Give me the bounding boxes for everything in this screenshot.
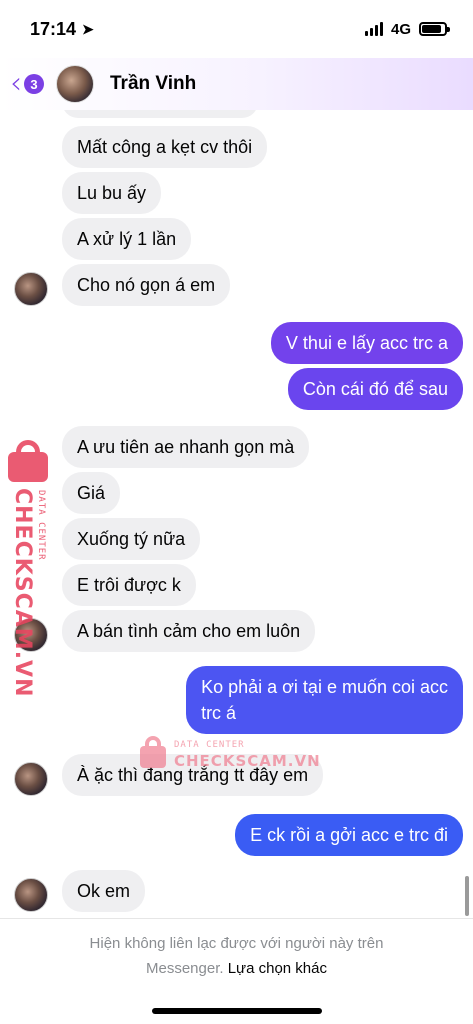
status-time: 17:14 — [30, 18, 77, 39]
status-right: 4G — [364, 20, 450, 38]
home-indicator[interactable] — [152, 1008, 322, 1014]
composer-unavailable-footer: Hiện không liên lạc được với người này t… — [0, 918, 473, 1024]
message-bubble[interactable]: Ok em — [62, 870, 146, 912]
message-bubble-partial — [62, 110, 258, 118]
message-bubble[interactable]: V thui e lấy acc trc a — [270, 322, 463, 364]
unread-count-badge: 3 — [24, 74, 44, 94]
message-line: Ko phải a ơi tại e muốn coi acc — [201, 677, 448, 697]
cellular-signal-icon — [364, 22, 383, 36]
sender-avatar[interactable] — [14, 272, 48, 306]
back-button[interactable]: ‹ 3 — [10, 69, 44, 99]
battery-icon — [419, 22, 450, 36]
sender-avatar[interactable] — [14, 618, 48, 652]
contact-avatar[interactable] — [56, 65, 94, 103]
contact-name[interactable]: Trần Vinh — [110, 73, 196, 95]
message-bubble[interactable]: Mất công a kẹt cv thôi — [62, 126, 268, 168]
status-left: 17:14 ➤ — [30, 19, 94, 40]
message-bubble[interactable]: Còn cái đó để sau — [287, 368, 463, 410]
notice-line: Hiện không liên lạc được với người này t… — [89, 935, 384, 952]
chat-header: ‹ 3 Trần Vinh — [0, 58, 473, 110]
scrollbar[interactable] — [465, 876, 469, 916]
message-bubble[interactable]: Giá — [62, 472, 121, 514]
network-type: 4G — [390, 20, 411, 38]
sender-avatar[interactable] — [14, 762, 48, 796]
message-bubble[interactable]: A ưu tiên ae nhanh gọn mà — [62, 426, 310, 468]
location-arrow-icon: ➤ — [82, 20, 94, 37]
message-list: Mất công a kẹt cv thôi Lu bu ấy A xử lý … — [0, 110, 473, 918]
other-options-link[interactable]: Lựa chọn khác — [228, 960, 327, 977]
status-bar: 17:14 ➤ 4G — [0, 0, 473, 58]
notice-line: Messenger. — [146, 960, 224, 977]
unavailable-notice: Hiện không liên lạc được với người này t… — [0, 931, 473, 981]
sender-avatar[interactable] — [14, 878, 48, 912]
message-bubble[interactable]: Lu bu ấy — [62, 172, 162, 214]
message-bubble-multiline[interactable]: Ko phải a ơi tại e muốn coi acc trc á — [186, 666, 463, 734]
message-bubble[interactable]: A bán tình cảm cho em luôn — [62, 610, 316, 652]
message-bubble[interactable]: À ặc thì đang trắng tt đây em — [62, 754, 324, 796]
message-bubble[interactable]: A xử lý 1 lần — [62, 218, 192, 260]
message-line: trc á — [201, 703, 237, 723]
chevron-left-icon: ‹ — [10, 66, 22, 101]
message-bubble[interactable]: E trôi được k — [62, 564, 196, 606]
notice-line-2: Messenger. Lựa chọn khác — [0, 956, 473, 981]
message-bubble[interactable]: Xuống tý nữa — [62, 518, 201, 560]
message-bubble[interactable]: E ck rồi a gởi acc e trc đi — [235, 814, 463, 856]
message-bubble[interactable]: Cho nó gọn á em — [62, 264, 231, 306]
